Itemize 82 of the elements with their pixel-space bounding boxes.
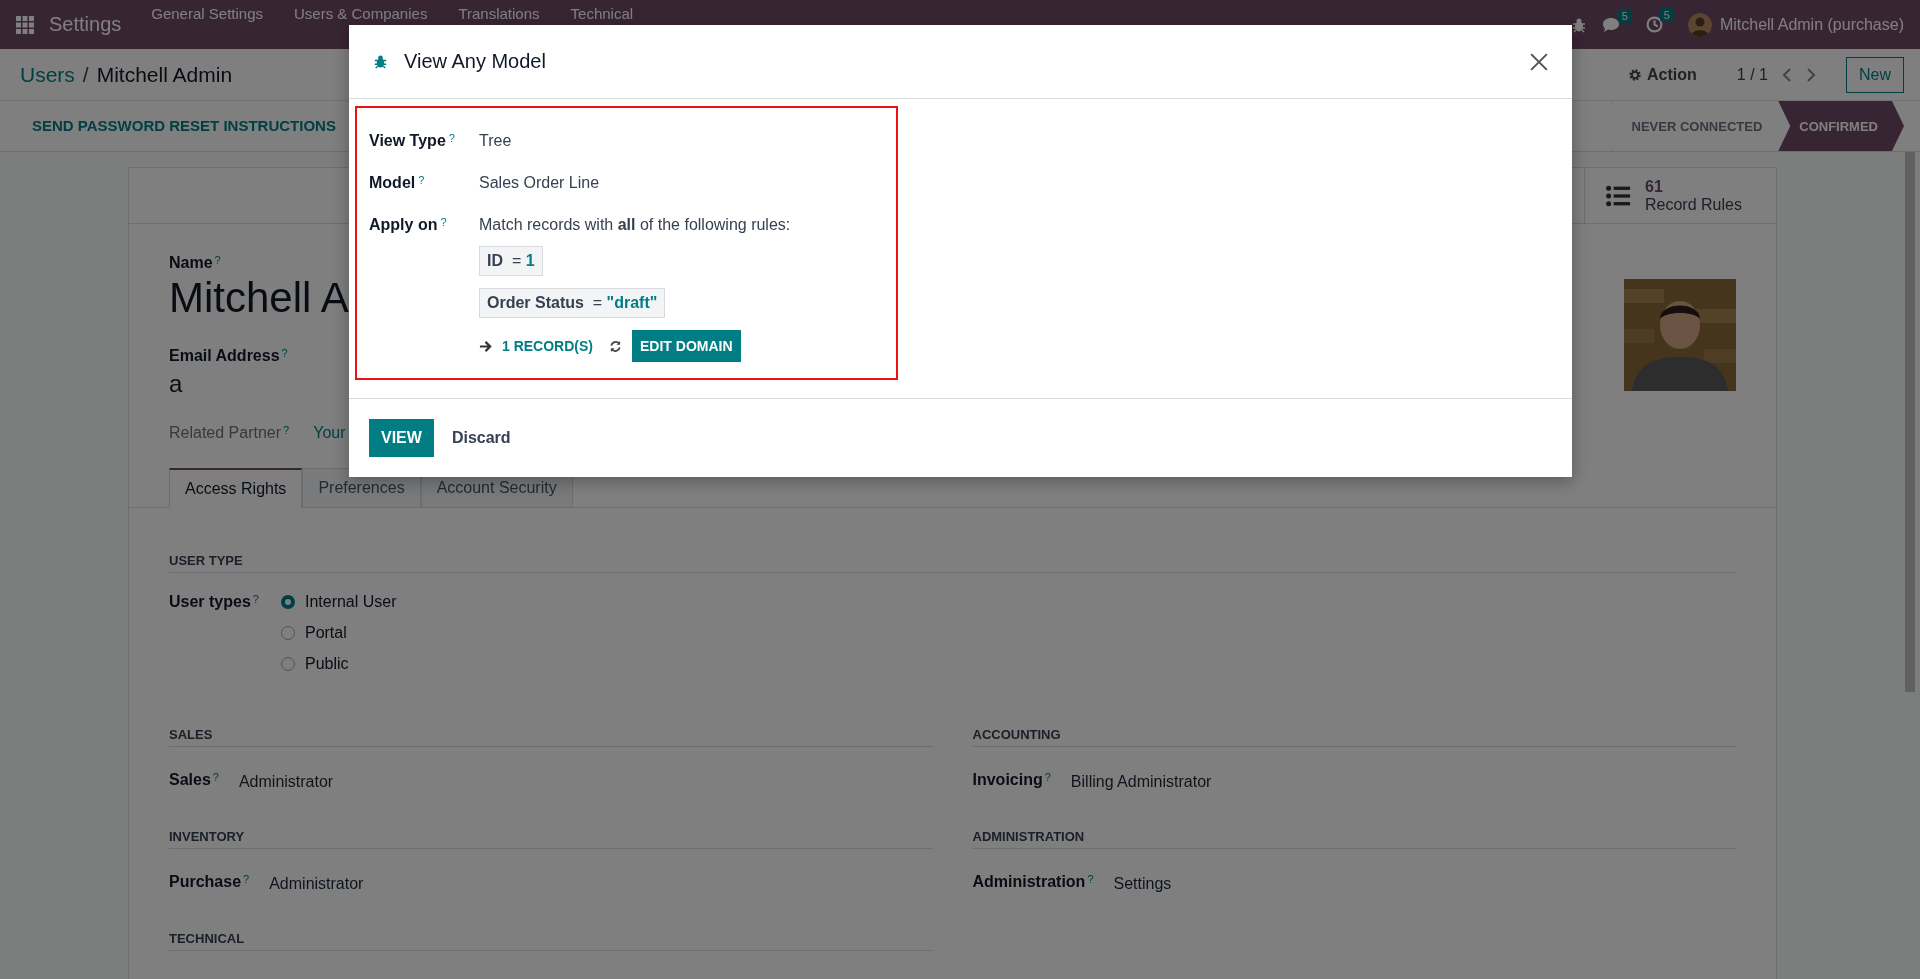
message-count-badge: 5 <box>1617 8 1632 23</box>
field-value: Sales Order Line <box>479 174 600 192</box>
reset-password-button[interactable]: SEND PASSWORD RESET INSTRUCTIONS <box>32 117 336 134</box>
field-value: Billing Administrator <box>1070 772 1212 791</box>
next-icon[interactable] <box>1806 67 1816 82</box>
discard-button[interactable]: Discard <box>439 419 523 457</box>
radio-label[interactable]: Internal User <box>304 593 397 611</box>
field-label: Related Partner <box>169 424 282 442</box>
field-label: Apply on <box>369 216 438 234</box>
help-icon[interactable]: ? <box>1044 771 1051 783</box>
field-label: Administration <box>972 873 1086 891</box>
field-label: Invoicing <box>972 771 1043 789</box>
field-label: Sales <box>169 771 211 789</box>
radio-button[interactable] <box>280 595 295 609</box>
close-icon[interactable] <box>1530 52 1548 71</box>
tab[interactable]: Access Rights <box>169 468 303 508</box>
email-value: a <box>169 370 184 398</box>
radio-button[interactable] <box>280 657 295 671</box>
status-stage[interactable]: CONFIRMED <box>1778 101 1904 151</box>
pager-value[interactable]: 1 / 1 <box>1736 65 1768 84</box>
field-label: Model <box>369 174 416 192</box>
help-icon[interactable]: ? <box>448 132 455 144</box>
bug-icon <box>373 54 388 69</box>
user-menu[interactable]: Mitchell Admin (purchase) <box>1719 15 1904 34</box>
chat-icon[interactable] <box>1600 16 1621 33</box>
breadcrumb-link[interactable]: Users <box>20 62 75 87</box>
radio-label[interactable]: Portal <box>304 624 347 642</box>
record-rules-count: 61 <box>1645 177 1663 196</box>
section-heading: ACCOUNTING <box>972 727 1736 747</box>
section-heading: INVENTORY <box>169 829 933 849</box>
user-name: Mitchell A <box>169 274 349 322</box>
field-value: Settings <box>1113 874 1172 893</box>
radio-button[interactable] <box>280 626 295 640</box>
help-icon[interactable]: ? <box>214 254 221 266</box>
scrollbar[interactable] <box>1905 152 1915 692</box>
menu-item[interactable]: Users & Companies <box>294 5 428 22</box>
field-label: View Type <box>369 132 446 150</box>
apps-menu-icon[interactable] <box>16 15 34 34</box>
view-button[interactable]: VIEW <box>369 419 434 457</box>
menu-item[interactable]: Technical <box>570 5 634 22</box>
section-heading: TECHNICAL <box>169 931 933 951</box>
dialog-title: View Any Model <box>404 50 546 73</box>
field-value: Tree <box>479 132 512 150</box>
section-heading: SALES <box>169 727 933 747</box>
records-link[interactable]: 1 RECORD(S) <box>502 338 593 354</box>
section-heading: ADMINISTRATION <box>972 829 1736 849</box>
help-icon[interactable]: ? <box>281 347 288 359</box>
help-icon[interactable]: ? <box>418 174 425 186</box>
domain-description: Match records with all of the following rules: <box>479 216 791 234</box>
help-icon[interactable]: ? <box>212 771 219 783</box>
activity-count-badge: 5 <box>1659 8 1674 22</box>
partner-link[interactable]: Your <box>313 424 346 442</box>
radio-label[interactable]: Public <box>304 655 349 673</box>
field-label: User types <box>169 593 251 611</box>
breadcrumb-separator: / <box>82 62 89 87</box>
help-icon[interactable]: ? <box>243 873 250 885</box>
edit-domain-button[interactable]: EDIT DOMAIN <box>632 330 741 362</box>
previous-icon[interactable] <box>1782 67 1792 82</box>
action-menu-button[interactable]: Action <box>1622 64 1703 85</box>
clock-icon[interactable] <box>1645 16 1663 33</box>
field-label: Name <box>169 254 213 272</box>
field-label: Email Address <box>169 347 280 365</box>
bug-icon[interactable] <box>1570 16 1587 33</box>
new-button[interactable]: New <box>1846 56 1904 93</box>
help-icon[interactable]: ? <box>1087 873 1094 885</box>
help-icon[interactable]: ? <box>252 593 259 605</box>
field-label: Purchase <box>169 873 242 891</box>
arrow-right-icon <box>479 339 492 353</box>
menu-item[interactable]: Translations <box>458 5 540 22</box>
field-value: Administrator <box>238 772 334 791</box>
help-icon[interactable]: ? <box>283 424 290 436</box>
field-value: Administrator <box>269 874 364 893</box>
record-rules-label: Record Rules <box>1645 195 1742 214</box>
help-icon[interactable]: ? <box>440 216 447 228</box>
menu-item[interactable]: General Settings <box>151 5 263 22</box>
app-name[interactable]: Settings <box>49 13 122 36</box>
settings-icon <box>1628 67 1643 82</box>
section-heading: USER TYPE <box>169 553 1736 573</box>
avatar[interactable] <box>1687 12 1712 37</box>
refresh-icon[interactable] <box>609 339 622 353</box>
breadcrumb-current: Mitchell Admin <box>96 62 233 87</box>
list-icon <box>1605 184 1631 207</box>
